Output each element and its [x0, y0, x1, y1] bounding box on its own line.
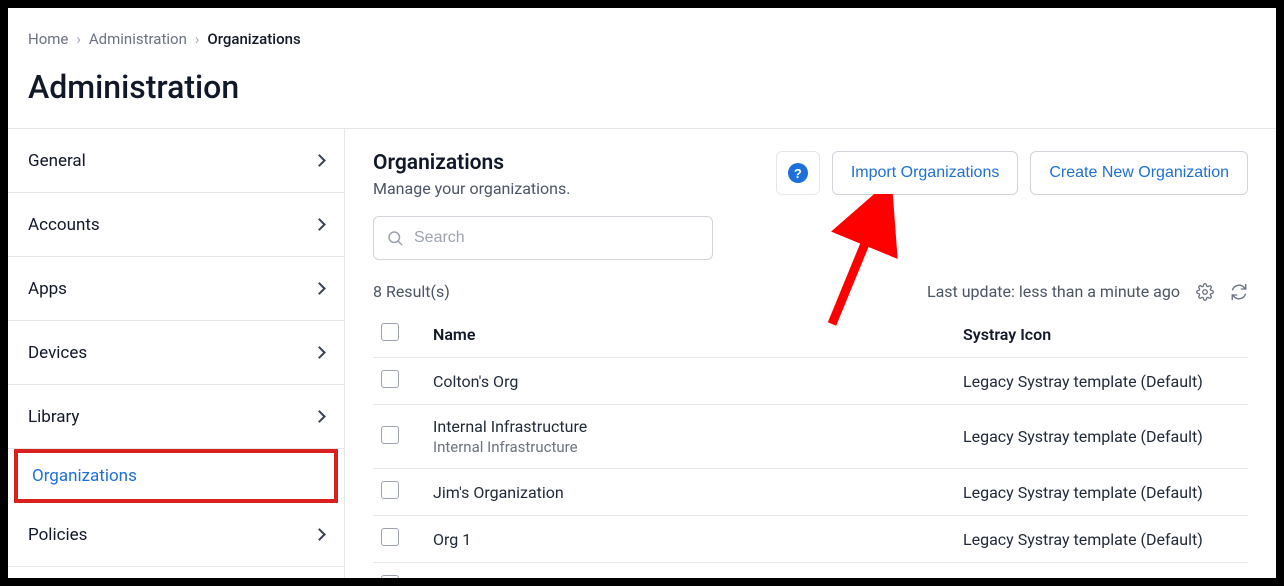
row-checkbox[interactable]	[381, 528, 399, 546]
org-name: Internal Infrastructure	[433, 417, 947, 436]
sidebar-item-label: Devices	[28, 343, 315, 363]
table-row[interactable]: Internal Infrastructure Internal Infrast…	[373, 405, 1248, 469]
sidebar: General Accounts Apps Devices Library Or…	[8, 129, 345, 580]
org-systray: Legacy Systray template (Default)	[955, 358, 1248, 405]
settings-icon[interactable]	[1196, 283, 1214, 301]
org-systray: Legacy Systray template (Default)	[955, 405, 1248, 469]
organizations-table: Name Systray Icon Colton's Org Legacy Sy…	[373, 311, 1248, 580]
table-row[interactable]: Org 2 Legacy Systray template (Default)	[373, 563, 1248, 581]
main-panel: Organizations Manage your organizations.…	[345, 129, 1276, 580]
column-header-name[interactable]: Name	[425, 311, 955, 358]
sidebar-item-policies[interactable]: Policies	[8, 503, 344, 567]
help-icon: ?	[788, 163, 808, 183]
import-organizations-button[interactable]: Import Organizations	[832, 151, 1019, 195]
org-systray: Legacy Systray template (Default)	[955, 469, 1248, 516]
result-count: 8 Result(s)	[373, 282, 450, 301]
chevron-right-icon	[313, 346, 326, 359]
refresh-icon[interactable]	[1230, 283, 1248, 301]
last-update-text: Last update: less than a minute ago	[927, 282, 1180, 301]
org-name: Colton's Org	[433, 372, 947, 391]
sidebar-item-label: General	[28, 151, 315, 171]
breadcrumb-current: Organizations	[207, 30, 300, 48]
row-checkbox[interactable]	[381, 575, 399, 580]
select-all-checkbox[interactable]	[381, 323, 399, 341]
chevron-right-icon: ›	[195, 30, 200, 48]
sidebar-item-label: Organizations	[32, 466, 320, 486]
column-header-systray[interactable]: Systray Icon	[955, 311, 1248, 358]
chevron-right-icon	[313, 218, 326, 231]
sidebar-item-label: Policies	[28, 525, 315, 545]
sidebar-item-label: Accounts	[28, 215, 315, 235]
table-row[interactable]: Jim's Organization Legacy Systray templa…	[373, 469, 1248, 516]
breadcrumb: Home › Administration › Organizations	[28, 30, 1256, 48]
chevron-right-icon	[313, 528, 326, 541]
help-button[interactable]: ?	[776, 151, 820, 195]
chevron-right-icon: ›	[76, 30, 81, 48]
table-row[interactable]: Org 1 Legacy Systray template (Default)	[373, 516, 1248, 563]
search-input-wrapper[interactable]	[373, 216, 713, 260]
table-row[interactable]: Colton's Org Legacy Systray template (De…	[373, 358, 1248, 405]
org-name: Org 2	[433, 577, 947, 581]
org-name: Org 1	[433, 530, 947, 549]
sidebar-item-general[interactable]: General	[8, 129, 344, 193]
chevron-right-icon	[313, 410, 326, 423]
sidebar-item-devices[interactable]: Devices	[8, 321, 344, 385]
page-title: Administration	[8, 48, 1276, 128]
breadcrumb-home[interactable]: Home	[28, 30, 68, 48]
panel-title: Organizations	[373, 151, 570, 175]
row-checkbox[interactable]	[381, 481, 399, 499]
org-systray: Legacy Systray template (Default)	[955, 516, 1248, 563]
create-organization-button[interactable]: Create New Organization	[1030, 151, 1248, 195]
search-icon	[386, 229, 404, 247]
org-name: Jim's Organization	[433, 483, 947, 502]
chevron-right-icon	[313, 282, 326, 295]
sidebar-item-organizations[interactable]: Organizations	[14, 449, 338, 503]
sidebar-item-label: Library	[28, 407, 315, 427]
org-subtitle: Internal Infrastructure	[433, 438, 947, 456]
org-systray: Legacy Systray template (Default)	[955, 563, 1248, 581]
panel-subtitle: Manage your organizations.	[373, 179, 570, 198]
row-checkbox[interactable]	[381, 426, 399, 444]
sidebar-item-label: Apps	[28, 279, 315, 299]
sidebar-item-library[interactable]: Library	[8, 385, 344, 449]
chevron-right-icon	[313, 154, 326, 167]
sidebar-item-accounts[interactable]: Accounts	[8, 193, 344, 257]
breadcrumb-administration[interactable]: Administration	[89, 30, 187, 48]
search-input[interactable]	[414, 229, 700, 247]
sidebar-item-apps[interactable]: Apps	[8, 257, 344, 321]
row-checkbox[interactable]	[381, 370, 399, 388]
